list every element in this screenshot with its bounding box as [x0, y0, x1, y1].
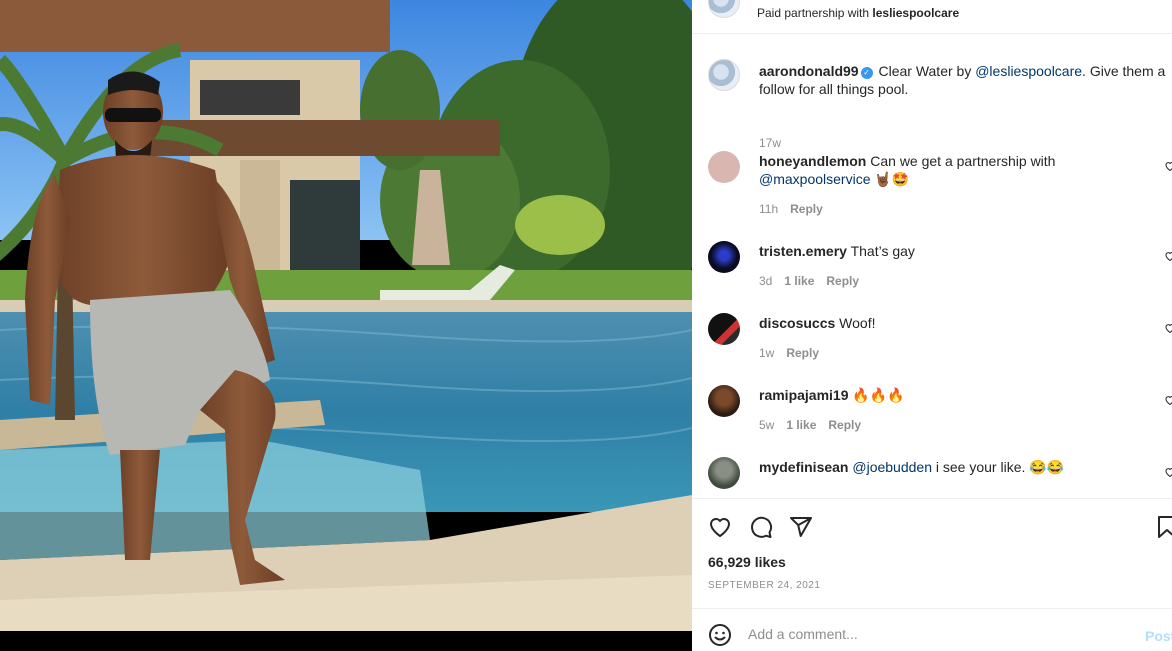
comment-input[interactable]: [748, 626, 1128, 642]
like-comment-heart-icon[interactable]: [1164, 322, 1172, 334]
comment-text: discosuccs Woof!: [759, 314, 1156, 332]
comment-username[interactable]: honeyandlemon: [759, 153, 866, 169]
avatar[interactable]: [708, 313, 740, 345]
comment-username[interactable]: discosuccs: [759, 315, 835, 331]
share-icon[interactable]: [789, 515, 813, 539]
post-header: Paid partnership with lesliespoolcare: [692, 0, 1172, 34]
heart-icon[interactable]: [708, 515, 732, 539]
comment-body: i see your like. 😂😂: [932, 459, 1065, 475]
post-comment-button[interactable]: Post: [1145, 628, 1172, 644]
comment-body: That’s gay: [846, 243, 915, 259]
like-comment-heart-icon[interactable]: [1164, 250, 1172, 262]
verified-badge-icon: ✓: [860, 67, 873, 79]
comments-list[interactable]: aarondonald99 ✓ Clear Water by @lesliespo…: [692, 34, 1172, 498]
partner-prefix: Paid partnership with: [757, 6, 873, 20]
avatar[interactable]: [708, 457, 740, 489]
caption-mention[interactable]: @lesliespoolcare: [975, 63, 1082, 79]
comment-text: tristen.emery That’s gay: [759, 242, 1156, 260]
comment-body: Can we get a partnership with: [866, 153, 1056, 169]
caption-username[interactable]: aarondonald99: [759, 63, 859, 79]
comment-mention[interactable]: @joebudden: [852, 459, 932, 475]
avatar[interactable]: [708, 59, 740, 91]
avatar[interactable]: [708, 241, 740, 273]
comment-text: honeyandlemon Can we get a partnership w…: [759, 152, 1156, 188]
post-actions: 66,929 likes SEPTEMBER 24, 2021: [692, 498, 1172, 608]
comment-emoji: 🤘🏾🤩: [874, 171, 910, 187]
reply-button[interactable]: Reply: [826, 274, 859, 288]
caption-text-part: Clear Water by: [874, 63, 976, 79]
comment-likes[interactable]: 1 like: [786, 418, 816, 432]
reply-button[interactable]: Reply: [828, 418, 861, 432]
avatar[interactable]: [708, 151, 740, 183]
comment-time[interactable]: 11h: [759, 202, 778, 216]
pool-scene-image: [0, 0, 692, 651]
comment-meta: 11h Reply: [759, 202, 835, 216]
comment-body: Woof!: [835, 315, 876, 331]
caption-meta: 17w: [759, 136, 793, 150]
post-date[interactable]: SEPTEMBER 24, 2021: [708, 580, 820, 591]
partner-link[interactable]: lesliespoolcare: [872, 6, 959, 20]
comment-meta: 1w Reply: [759, 346, 831, 360]
comment-mention[interactable]: @maxpoolservice: [759, 171, 870, 187]
emoji-icon[interactable]: [708, 623, 732, 647]
caption-text: aarondonald99 ✓ Clear Water by @lesliespo…: [759, 62, 1165, 98]
like-comment-heart-icon[interactable]: [1164, 466, 1172, 478]
caption-text-part: . Give them a: [1082, 63, 1166, 79]
paid-partnership-label: Paid partnership with lesliespoolcare: [757, 6, 959, 20]
post-photo[interactable]: [0, 0, 692, 651]
comment-meta: 3d 1 like Reply: [759, 274, 871, 288]
comment-likes[interactable]: 1 like: [784, 274, 814, 288]
comment-text: mydefinisean @joebudden i see your like.…: [759, 458, 1156, 476]
avatar[interactable]: [708, 385, 740, 417]
likes-count[interactable]: 66,929 likes: [708, 554, 786, 570]
comment-username[interactable]: mydefinisean: [759, 459, 848, 475]
comment-time[interactable]: 5w: [759, 418, 774, 432]
comment-time[interactable]: 1w: [759, 346, 774, 360]
comment-body: 🔥🔥🔥: [848, 387, 905, 403]
avatar[interactable]: [708, 0, 740, 18]
comment-username[interactable]: tristen.emery: [759, 243, 847, 259]
comment-meta: 5w 1 like Reply: [759, 418, 873, 432]
add-comment-bar: Post: [692, 608, 1172, 651]
comment-username[interactable]: ramipajami19: [759, 387, 849, 403]
caption-text-line2: follow for all things pool.: [759, 81, 909, 97]
comment-time[interactable]: 3d: [759, 274, 772, 288]
like-comment-heart-icon[interactable]: [1164, 160, 1172, 172]
post-details-panel: Paid partnership with lesliespoolcare aa…: [692, 0, 1172, 651]
comment-text: ramipajami19 🔥🔥🔥: [759, 386, 1156, 404]
caption-time[interactable]: 17w: [759, 136, 781, 150]
bookmark-icon[interactable]: [1155, 515, 1172, 539]
comment-icon[interactable]: [749, 515, 773, 539]
like-comment-heart-icon[interactable]: [1164, 394, 1172, 406]
reply-button[interactable]: Reply: [790, 202, 823, 216]
reply-button[interactable]: Reply: [786, 346, 819, 360]
